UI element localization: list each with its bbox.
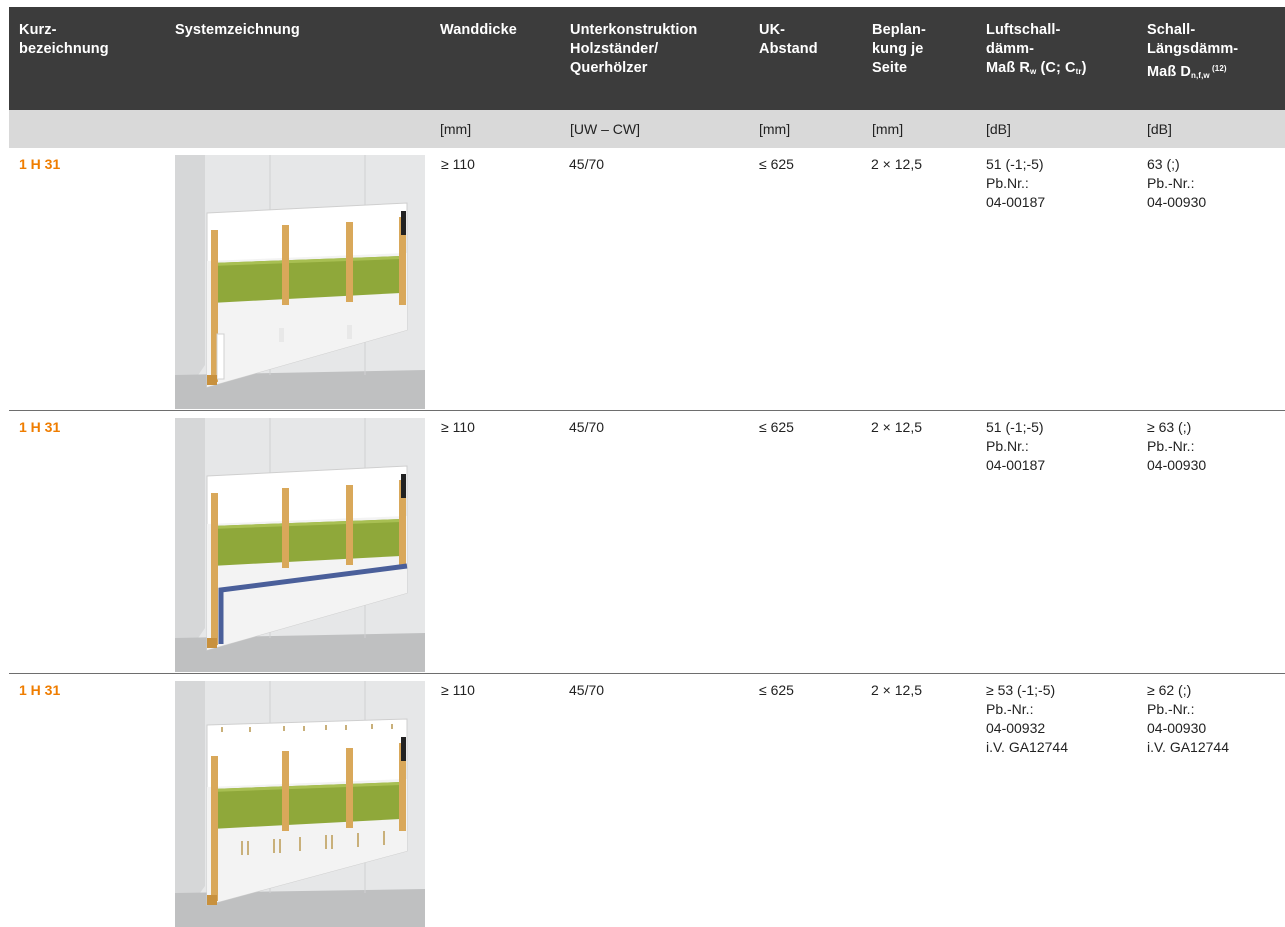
row-luftschall: 51 (-1;-5) Pb.Nr.: 04-00187 bbox=[986, 419, 1046, 473]
row-luftschall: ≥ 53 (-1;-5) Pb.-Nr.: 04-00932 i.V. GA12744 bbox=[986, 682, 1068, 755]
header-laengsdaemm: Schall- Längsdämm- Maß Dn,f,w (12) bbox=[1147, 22, 1239, 80]
row-uk: 45/70 bbox=[569, 419, 605, 435]
header-unterkonstruktion: Unterkonstruktion Holzständer/Querhölzer bbox=[570, 22, 698, 76]
row-beplankung: 2 × 12,5 bbox=[871, 419, 922, 435]
unit-beplankung: [mm] bbox=[872, 121, 904, 137]
row-code: 1 H 31 bbox=[19, 156, 61, 172]
row-abstand: ≤ 625 bbox=[759, 682, 794, 698]
row-laengsdaemm: ≥ 62 (;) Pb.-Nr.: 04-00930 i.V. GA12744 bbox=[1147, 682, 1229, 755]
table-row: 1 H 31 ≥ 110 45/70 ≤ 625 2 × 12,5 51 (-1… bbox=[0, 411, 1285, 673]
header-wanddicke: Wanddicke bbox=[440, 22, 517, 38]
unit-luftschall: [dB] bbox=[986, 121, 1011, 137]
row-wanddicke: ≥ 110 bbox=[441, 419, 475, 435]
unit-laengsdaemm: [dB] bbox=[1147, 121, 1172, 137]
row-abstand: ≤ 625 bbox=[759, 156, 794, 172]
system-drawing bbox=[175, 681, 425, 927]
units-row: [mm] [UW – CW] [mm] [mm] [dB] [dB] bbox=[9, 110, 1285, 148]
row-wanddicke: ≥ 110 bbox=[441, 682, 475, 698]
row-abstand: ≤ 625 bbox=[759, 419, 794, 435]
row-laengsdaemm: 63 (;) Pb.-Nr.: 04-00930 bbox=[1147, 156, 1207, 210]
unit-abstand: [mm] bbox=[759, 121, 791, 137]
table-row: 1 H 31 ≥ 110 45/70 ≤ 625 2 × 12,5 51 (-1… bbox=[0, 148, 1285, 410]
row-luftschall: 51 (-1;-5) Pb.Nr.: 04-00187 bbox=[986, 156, 1046, 210]
system-drawing bbox=[175, 418, 425, 672]
unit-wanddicke: [mm] bbox=[440, 121, 472, 137]
row-code: 1 H 31 bbox=[19, 419, 61, 435]
header-systemzeichnung: Systemzeichnung bbox=[175, 22, 300, 38]
row-uk: 45/70 bbox=[569, 156, 605, 172]
row-laengsdaemm: ≥ 63 (;) Pb.-Nr.: 04-00930 bbox=[1147, 419, 1207, 473]
table-header: Kurz-bezeichnung Systemzeichnung Wanddic… bbox=[9, 7, 1285, 110]
row-beplankung: 2 × 12,5 bbox=[871, 156, 922, 172]
table-row: 1 H 31 ≥ 110 45/70 ≤ 625 2 × 12,5 ≥ 53 (… bbox=[0, 674, 1285, 927]
row-code: 1 H 31 bbox=[19, 682, 61, 698]
row-wanddicke: ≥ 110 bbox=[441, 156, 475, 172]
header-uk-abstand: UK- Abstand bbox=[759, 22, 818, 57]
unit-unterkonstruktion: [UW – CW] bbox=[570, 121, 640, 137]
row-uk: 45/70 bbox=[569, 682, 605, 698]
header-beplankung: Beplan-kung je Seite bbox=[872, 22, 926, 76]
row-beplankung: 2 × 12,5 bbox=[871, 682, 922, 698]
header-luftschall: Luftschall-dämm- Maß Rw (C; Ctr) bbox=[986, 22, 1087, 76]
system-drawing bbox=[175, 155, 425, 409]
header-kurzbezeichnung: Kurz-bezeichnung bbox=[19, 22, 109, 57]
